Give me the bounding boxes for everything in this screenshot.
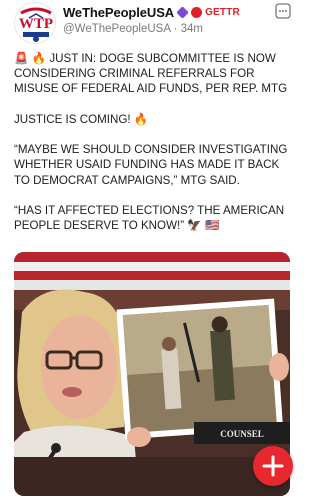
post-paragraph-1: 🚨 🔥 JUST IN: DOGE SUBCOMMITTEE IS NOW CO…	[14, 51, 294, 97]
post-image[interactable]: COUNSEL	[14, 252, 290, 496]
post-paragraph-4: “HAS IT AFFECTED ELECTIONS? THE AMERICAN…	[14, 203, 285, 233]
wtp-logo-icon: WTP	[16, 4, 55, 43]
post-header: WTP WeThePeopleUSA GETTR @WeThePeopleUSA…	[0, 0, 304, 44]
red-badge-icon	[191, 6, 203, 18]
post-paragraph-3: “MAYBE WE SHOULD CONSIDER INVESTIGATING …	[14, 143, 288, 187]
post-body: 🚨 🔥 JUST IN: DOGE SUBCOMMITTEE IS NOW CO…	[14, 51, 294, 249]
author-info: WeThePeopleUSA GETTR @WeThePeopleUSA · 3…	[63, 4, 263, 36]
more-options-icon[interactable]	[275, 3, 291, 19]
alert-emoji: 🚨 🔥	[14, 52, 47, 65]
compose-button[interactable]	[253, 446, 293, 486]
placard-label: COUNSEL	[220, 429, 264, 439]
platform-label: GETTR	[205, 6, 240, 18]
verified-badge-icon	[176, 5, 189, 19]
handle[interactable]: @WeThePeopleUSA	[63, 23, 170, 35]
avatar[interactable]: WTP	[14, 2, 56, 44]
photo-illustration: COUNSEL	[14, 252, 290, 496]
post-text-1: JUST IN: DOGE SUBCOMMITTEE IS NOW CONSID…	[14, 52, 288, 96]
post-paragraph-2: JUSTICE IS COMING! 🔥	[14, 112, 149, 126]
svg-text:WTP: WTP	[19, 16, 53, 32]
separator: ·	[173, 23, 178, 35]
timestamp: 34m	[180, 23, 203, 35]
display-name[interactable]: WeThePeopleUSA	[63, 5, 174, 20]
plus-icon	[262, 455, 284, 477]
